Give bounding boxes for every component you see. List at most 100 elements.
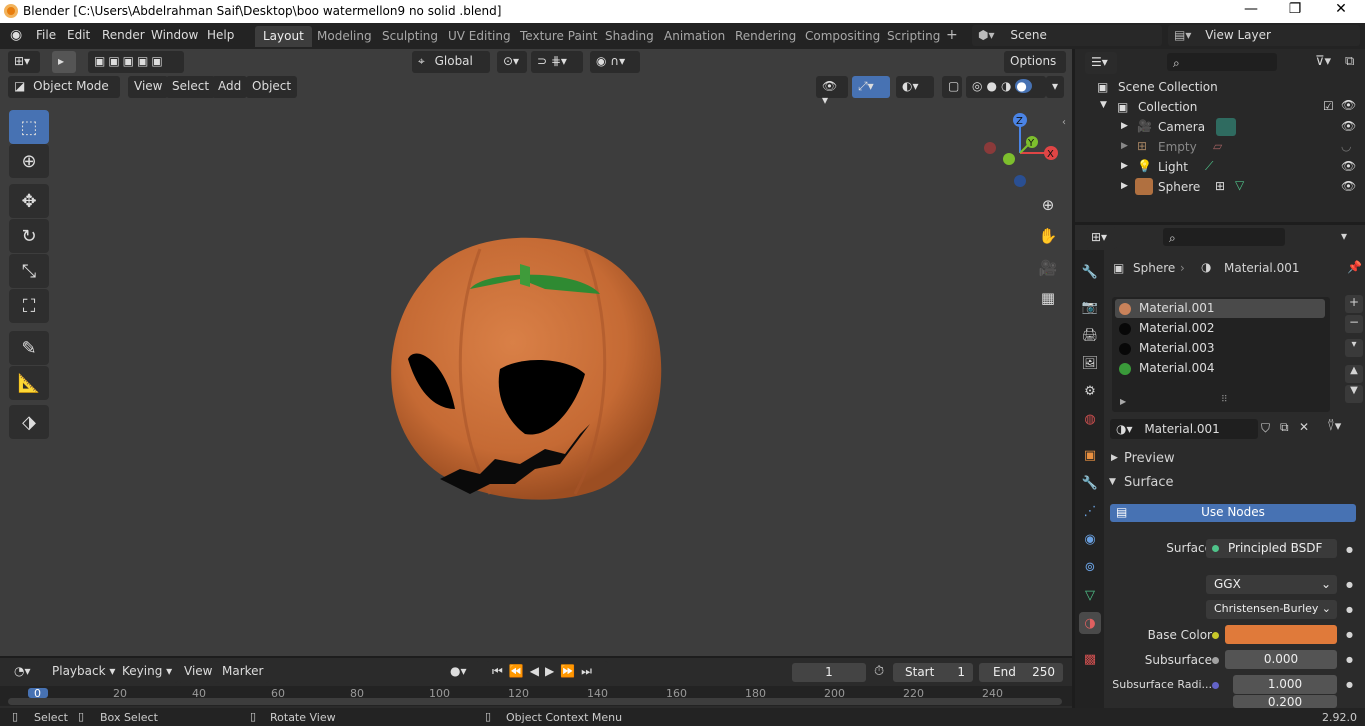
duplicate-material-icon[interactable]: ⧉ bbox=[1280, 420, 1289, 435]
keyframe-dot-icon[interactable]: ● bbox=[1346, 545, 1353, 554]
properties-editor-type[interactable]: ⊞▾ bbox=[1085, 227, 1117, 249]
ortho-grid-icon[interactable]: ▦ bbox=[1035, 285, 1061, 311]
tab-sculpting[interactable]: Sculpting bbox=[374, 26, 446, 47]
expand-icon[interactable]: ▶ bbox=[1121, 181, 1128, 191]
surface-panel-header[interactable]: Surface bbox=[1124, 475, 1174, 490]
pan-hand-icon[interactable]: ✋ bbox=[1035, 223, 1061, 249]
particles-tab-icon[interactable]: ⋰ bbox=[1079, 500, 1101, 522]
preview-panel-header[interactable]: Preview bbox=[1124, 451, 1175, 466]
menu-file[interactable]: File bbox=[36, 28, 56, 42]
subsurface-radius-x[interactable]: 1.000 bbox=[1233, 675, 1337, 694]
properties-search-input[interactable]: ⌕ bbox=[1163, 228, 1285, 246]
subsurface-value[interactable]: 0.000 bbox=[1225, 650, 1337, 669]
visibility-eye-icon[interactable]: 👁 bbox=[1341, 159, 1356, 173]
measure-tool[interactable]: 📐 bbox=[9, 366, 49, 400]
overlay-toggle-icon[interactable]: ◐▾ bbox=[896, 76, 934, 98]
add-slot-button[interactable]: + bbox=[1345, 295, 1363, 313]
outliner-item-camera[interactable]: ▶ 🎥 Camera bbox=[1075, 117, 1365, 137]
keyframe-record-icon[interactable]: ●▾ bbox=[444, 661, 480, 683]
outliner-collection[interactable]: ▼ ▣ Collection ☑ bbox=[1075, 97, 1365, 117]
view-layer-selector[interactable]: ▤▾ View Layer bbox=[1168, 25, 1360, 46]
timeline-menu-view[interactable]: View bbox=[178, 661, 219, 683]
outliner-scene-collection[interactable]: ▣ Scene Collection bbox=[1075, 77, 1365, 97]
timeline-menu-marker[interactable]: Marker bbox=[216, 661, 270, 683]
scene-tab-icon[interactable]: ⚙ bbox=[1079, 380, 1101, 402]
material-tab-icon[interactable]: ◑ bbox=[1079, 612, 1101, 634]
current-frame-field[interactable]: 1 bbox=[792, 663, 866, 682]
minimize-button[interactable]: — bbox=[1228, 1, 1274, 17]
stopwatch-icon[interactable]: ⏱ bbox=[874, 664, 884, 679]
scene-selector[interactable]: ⬢▾ Scene bbox=[972, 25, 1162, 46]
visibility-eye-icon[interactable]: 👁 bbox=[1341, 98, 1356, 112]
base-color-swatch[interactable] bbox=[1225, 625, 1337, 644]
keyframe-dot-icon[interactable]: ● bbox=[1346, 580, 1353, 589]
filter-icon[interactable]: ⊽▾ bbox=[1315, 54, 1331, 69]
tool-settings-tab-icon[interactable]: 🔧 bbox=[1079, 261, 1101, 283]
use-nodes-button[interactable]: ▤ Use Nodes bbox=[1110, 504, 1356, 522]
gizmo-toggle-icon[interactable]: ⤢▾ bbox=[852, 76, 890, 98]
select-mode-icon[interactable]: ▸ bbox=[52, 51, 76, 73]
mesh-data-icon[interactable]: ▽ bbox=[1235, 178, 1244, 192]
playback-controls[interactable]: ⏮⏪◀▶⏩⏭ bbox=[486, 661, 608, 683]
menu-edit[interactable]: Edit bbox=[67, 28, 90, 42]
viewport-menu-add[interactable]: Add bbox=[212, 76, 248, 98]
preview-expand-icon[interactable]: ▶ bbox=[1111, 453, 1118, 463]
material-slot-item[interactable]: Material.002 bbox=[1115, 319, 1325, 338]
cursor-tool[interactable]: ⊕ bbox=[9, 144, 49, 178]
rotate-tool[interactable]: ↻ bbox=[9, 219, 49, 253]
world-tab-icon[interactable]: ◍ bbox=[1079, 408, 1101, 430]
list-expand-icon[interactable]: ▶ bbox=[1120, 397, 1126, 406]
transform-tool[interactable]: ⛶ bbox=[9, 289, 49, 323]
visibility-icon[interactable]: 👁▾ bbox=[816, 76, 848, 107]
properties-options-icon[interactable]: ▾ bbox=[1341, 229, 1347, 243]
physics-tab-icon[interactable]: ◉ bbox=[1079, 528, 1101, 550]
view-layer-tab-icon[interactable]: 🖼 bbox=[1079, 352, 1101, 374]
node-tree-icon[interactable]: ⍢▾ bbox=[1327, 419, 1341, 434]
output-tab-icon[interactable]: 🖨 bbox=[1079, 324, 1101, 346]
tab-shading[interactable]: Shading bbox=[597, 26, 662, 47]
move-slot-up-button[interactable]: ▲ bbox=[1345, 365, 1363, 383]
remove-slot-button[interactable]: − bbox=[1345, 315, 1363, 333]
subsurface-method-dropdown[interactable]: Christensen-Burley ⌄ bbox=[1206, 600, 1337, 619]
pumpkin-mesh[interactable] bbox=[370, 209, 680, 509]
data-tab-icon[interactable]: ▽ bbox=[1079, 584, 1101, 606]
texture-tab-icon[interactable]: ▩ bbox=[1079, 648, 1101, 670]
timeline-editor-type[interactable]: ◔▾ bbox=[8, 661, 40, 683]
visibility-eye-icon[interactable]: 👁 bbox=[1341, 179, 1356, 193]
outliner-item-sphere[interactable]: ▶ Sphere ⊞ ▽ bbox=[1075, 177, 1365, 197]
blender-menu-icon[interactable]: ◉ bbox=[10, 27, 22, 43]
modifier-tab-icon[interactable]: 🔧 bbox=[1079, 472, 1101, 494]
material-slot-item[interactable]: Material.004 bbox=[1115, 359, 1325, 378]
selection-mode-buttons[interactable]: ▣▣▣▣▣ bbox=[88, 51, 184, 73]
distribution-dropdown[interactable]: GGX ⌄ bbox=[1206, 575, 1337, 594]
viewport-3d[interactable]: ⊞▾ ▸ ▣▣▣▣▣ ⌖ Global ⊙▾ ⊃ ⋕▾ ◉ ∩▾ Options… bbox=[0, 49, 1072, 656]
camera-view-icon[interactable]: 🎥 bbox=[1035, 255, 1061, 281]
expand-icon[interactable]: ▶ bbox=[1121, 121, 1128, 131]
outliner-item-light[interactable]: ▶ 💡 Light ⟋ bbox=[1075, 157, 1365, 177]
keyframe-dot-icon[interactable]: ● bbox=[1346, 605, 1353, 614]
close-button[interactable]: ✕ bbox=[1318, 1, 1364, 17]
material-slot-item[interactable]: Material.003 bbox=[1115, 339, 1325, 358]
constraints-tab-icon[interactable]: ⊚ bbox=[1079, 556, 1101, 578]
tab-modeling[interactable]: Modeling bbox=[309, 26, 380, 47]
scale-tool[interactable]: ⤡ bbox=[9, 254, 49, 288]
expand-icon[interactable]: ▼ bbox=[1100, 100, 1107, 110]
add-workspace-icon[interactable]: + bbox=[946, 27, 958, 43]
tab-layout[interactable]: Layout bbox=[255, 26, 312, 47]
maximize-button[interactable]: ❐ bbox=[1272, 1, 1318, 17]
surface-shader-field[interactable]: Principled BSDF bbox=[1206, 539, 1337, 558]
options-dropdown[interactable]: Options bbox=[1004, 51, 1066, 73]
start-frame-field[interactable]: Start 1 bbox=[893, 663, 973, 682]
xray-icon[interactable]: ▢ bbox=[942, 76, 962, 98]
fake-user-icon[interactable]: ⛉ bbox=[1261, 421, 1270, 436]
empty-image-icon[interactable]: ▱ bbox=[1213, 139, 1222, 153]
pivot-point-icon[interactable]: ⊙▾ bbox=[497, 51, 527, 73]
select-box-tool[interactable]: ⬚ bbox=[9, 110, 49, 144]
add-cube-tool[interactable]: ⬗ bbox=[9, 405, 49, 439]
sidebar-toggle-icon[interactable]: ‹ bbox=[1062, 117, 1066, 128]
navigation-gizmo[interactable]: X Z Y bbox=[980, 111, 1060, 191]
keyframe-dot-icon[interactable]: ● bbox=[1346, 680, 1353, 689]
menu-window[interactable]: Window bbox=[151, 28, 198, 42]
end-frame-field[interactable]: End 250 bbox=[979, 663, 1063, 682]
object-tab-icon[interactable]: ▣ bbox=[1079, 444, 1101, 466]
